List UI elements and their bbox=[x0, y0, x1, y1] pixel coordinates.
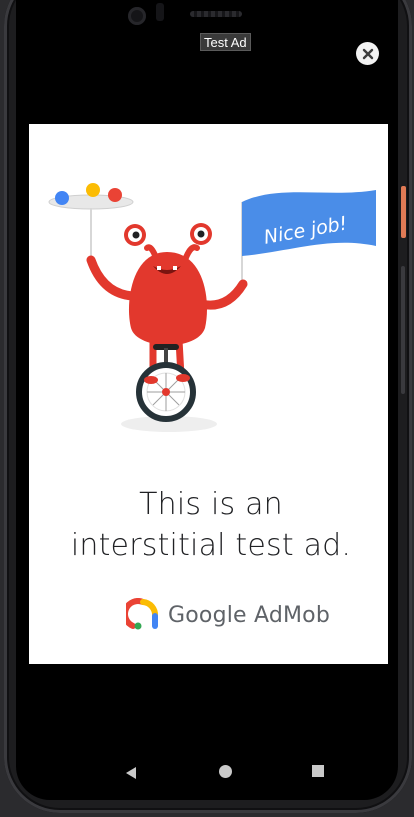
system-nav-bar bbox=[16, 746, 398, 796]
interstitial-ad-card[interactable]: Nice job! bbox=[29, 124, 388, 664]
phone-screen: Test Ad Nice job! This is an interstitia… bbox=[16, 0, 398, 800]
ad-headline: This is an interstitial test ad. bbox=[16, 484, 398, 566]
admob-logo-icon bbox=[126, 598, 158, 630]
close-ad-button[interactable] bbox=[356, 42, 379, 65]
close-icon bbox=[362, 48, 373, 59]
admob-brand-text: Google AdMob bbox=[168, 602, 331, 628]
monster-unicycle-illustration: Nice job! bbox=[48, 183, 376, 432]
recents-square-icon[interactable] bbox=[312, 765, 324, 777]
home-circle-icon[interactable] bbox=[219, 765, 232, 778]
admob-brand: Google AdMob bbox=[126, 598, 330, 632]
front-camera bbox=[128, 7, 146, 25]
sensor bbox=[156, 3, 164, 21]
volume-rocker bbox=[401, 266, 405, 394]
ad-headline-line1: This is an bbox=[139, 487, 283, 522]
power-button bbox=[401, 186, 406, 238]
ad-headline-line2: interstitial test ad. bbox=[70, 528, 352, 563]
test-ad-label: Test Ad bbox=[200, 33, 251, 51]
earpiece-speaker bbox=[190, 11, 242, 17]
back-triangle-icon[interactable] bbox=[124, 766, 138, 780]
